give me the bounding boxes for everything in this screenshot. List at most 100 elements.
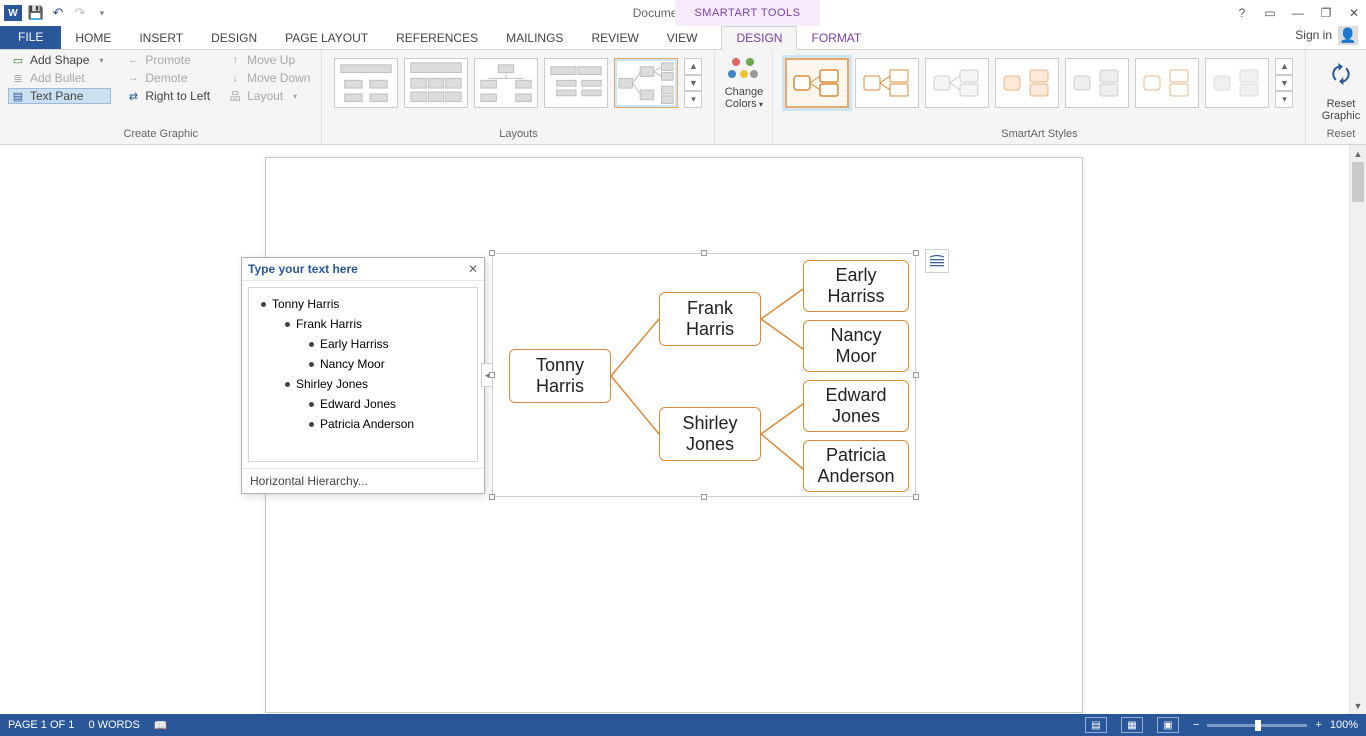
change-colors-button[interactable]: ChangeColors ▾ <box>715 50 773 144</box>
zoom-slider[interactable] <box>1207 724 1307 727</box>
list-item[interactable]: Early Harriss <box>257 334 469 354</box>
layout-button[interactable]: 品Layout▾ <box>225 88 313 104</box>
smartart-node[interactable]: NancyMoor <box>803 320 909 372</box>
styles-scroll[interactable]: ▲▼▾ <box>1275 58 1293 108</box>
style-thumb-5[interactable] <box>1065 58 1129 108</box>
help-icon[interactable]: ? <box>1234 6 1250 20</box>
layout-thumb-1[interactable] <box>334 58 398 108</box>
list-item[interactable]: Patricia Anderson <box>257 414 469 434</box>
smartart-canvas[interactable]: ◂ TonnyHarris FrankHarris ShirleyJones E… <box>492 253 916 497</box>
smartart-node[interactable]: ShirleyJones <box>659 407 761 461</box>
arrow-down-icon: ↓ <box>228 71 242 85</box>
layout-options-button[interactable] <box>925 249 949 273</box>
view-print-layout-icon[interactable]: ▦ <box>1121 717 1143 733</box>
tab-file[interactable]: FILE <box>0 25 61 49</box>
view-read-mode-icon[interactable]: ▤ <box>1085 717 1107 733</box>
style-thumb-2[interactable] <box>855 58 919 108</box>
layout-thumb-2[interactable] <box>404 58 468 108</box>
sign-in-label: Sign in <box>1295 28 1332 42</box>
tab-references[interactable]: REFERENCES <box>382 27 492 49</box>
promote-button[interactable]: ←Promote <box>123 52 213 68</box>
smartart-node[interactable]: EdwardJones <box>803 380 909 432</box>
close-icon[interactable]: ✕ <box>1346 6 1362 20</box>
restore-icon[interactable]: ❐ <box>1318 6 1334 20</box>
tab-insert[interactable]: INSERT <box>125 27 197 49</box>
add-shape-button[interactable]: ▭Add Shape▾ <box>8 52 111 68</box>
layout-thumb-4[interactable] <box>544 58 608 108</box>
scroll-down-icon[interactable]: ▼ <box>684 75 702 92</box>
scroll-up-icon[interactable]: ▲ <box>1275 58 1293 75</box>
window-controls: ? ▭ — ❐ ✕ <box>1234 0 1362 26</box>
scrollbar-thumb[interactable] <box>1352 162 1364 202</box>
save-icon[interactable]: 💾 <box>28 5 44 21</box>
layout-thumb-5[interactable] <box>614 58 678 108</box>
bullet-icon <box>309 422 314 427</box>
group-label: Layouts <box>330 128 706 142</box>
list-item-label: Edward Jones <box>320 397 396 411</box>
scroll-up-icon[interactable]: ▲ <box>1350 145 1366 162</box>
move-up-button[interactable]: ↑Move Up <box>225 52 313 68</box>
view-web-layout-icon[interactable]: ▣ <box>1157 717 1179 733</box>
tab-view[interactable]: VIEW <box>653 27 712 49</box>
text-pane[interactable]: Type your text here ✕ Tonny HarrisFrank … <box>241 257 485 494</box>
minimize-icon[interactable]: — <box>1290 6 1306 20</box>
proofing-icon[interactable]: 📖 <box>154 719 168 732</box>
zoom-in-icon[interactable]: + <box>1315 719 1321 731</box>
style-thumb-1[interactable] <box>785 58 849 108</box>
list-item-label: Nancy Moor <box>320 357 385 371</box>
gallery-expand-icon[interactable]: ▾ <box>1275 91 1293 108</box>
tab-home[interactable]: HOME <box>61 27 125 49</box>
tab-review[interactable]: REVIEW <box>577 27 652 49</box>
bullet-icon: ≣ <box>11 71 25 85</box>
tab-design[interactable]: DESIGN <box>197 27 271 49</box>
undo-icon[interactable]: ↶ <box>50 5 66 21</box>
smartart-node[interactable]: EarlyHarriss <box>803 260 909 312</box>
zoom-control[interactable]: − + 100% <box>1193 719 1358 731</box>
move-down-button[interactable]: ↓Move Down <box>225 70 313 86</box>
chevron-down-icon: ▾ <box>94 53 108 67</box>
status-words[interactable]: 0 WORDS <box>88 719 139 731</box>
smartart-node[interactable]: FrankHarris <box>659 292 761 346</box>
list-item[interactable]: Edward Jones <box>257 394 469 414</box>
style-thumb-4[interactable] <box>995 58 1059 108</box>
close-icon[interactable]: ✕ <box>468 262 478 276</box>
redo-icon[interactable]: ↷ <box>72 5 88 21</box>
zoom-out-icon[interactable]: − <box>1193 719 1199 731</box>
text-pane-footer[interactable]: Horizontal Hierarchy... <box>242 468 484 493</box>
list-item[interactable]: Frank Harris <box>257 314 469 334</box>
vertical-scrollbar[interactable]: ▲ ▼ <box>1349 145 1366 714</box>
zoom-value[interactable]: 100% <box>1330 719 1358 731</box>
scroll-up-icon[interactable]: ▲ <box>684 58 702 75</box>
style-thumb-7[interactable] <box>1205 58 1269 108</box>
status-page[interactable]: PAGE 1 OF 1 <box>8 719 74 731</box>
list-item[interactable]: Nancy Moor <box>257 354 469 374</box>
text-pane-button[interactable]: ▤Text Pane <box>8 88 111 104</box>
right-to-left-button[interactable]: ⇄Right to Left <box>123 88 213 104</box>
smartart-node-root[interactable]: TonnyHarris <box>509 349 611 403</box>
scroll-down-icon[interactable]: ▼ <box>1275 75 1293 92</box>
text-pane-list[interactable]: Tonny HarrisFrank HarrisEarly Harriss Nan… <box>248 287 478 462</box>
layout-thumb-3[interactable] <box>474 58 538 108</box>
demote-button[interactable]: →Demote <box>123 70 213 86</box>
bullet-icon <box>309 362 314 367</box>
layout-icon2: 品 <box>228 89 242 103</box>
reset-graphic-button[interactable]: 🗘 ResetGraphic <box>1322 52 1361 122</box>
change-colors-icon <box>728 56 760 84</box>
tab-mailings[interactable]: MAILINGS <box>492 27 577 49</box>
add-bullet-button[interactable]: ≣Add Bullet <box>8 70 111 86</box>
tab-page-layout[interactable]: PAGE LAYOUT <box>271 27 382 49</box>
style-thumb-6[interactable] <box>1135 58 1199 108</box>
style-thumb-3[interactable] <box>925 58 989 108</box>
gallery-expand-icon[interactable]: ▾ <box>684 91 702 108</box>
list-item[interactable]: Shirley Jones <box>257 374 469 394</box>
tab-smartart-design[interactable]: DESIGN <box>721 26 797 50</box>
smartart-node[interactable]: PatriciaAnderson <box>803 440 909 492</box>
scroll-down-icon[interactable]: ▼ <box>1350 697 1366 714</box>
list-item[interactable]: Tonny Harris <box>257 294 469 314</box>
title-bar: W 💾 ↶ ↷ ▾ Document2 - Word SMARTART TOOL… <box>0 0 1366 26</box>
tab-smartart-format[interactable]: FORMAT <box>797 27 875 49</box>
bullet-icon <box>285 382 290 387</box>
ribbon-display-options-icon[interactable]: ▭ <box>1262 6 1278 20</box>
layouts-scroll[interactable]: ▲▼▾ <box>684 58 702 108</box>
qat-dropdown-icon[interactable]: ▾ <box>94 5 110 21</box>
